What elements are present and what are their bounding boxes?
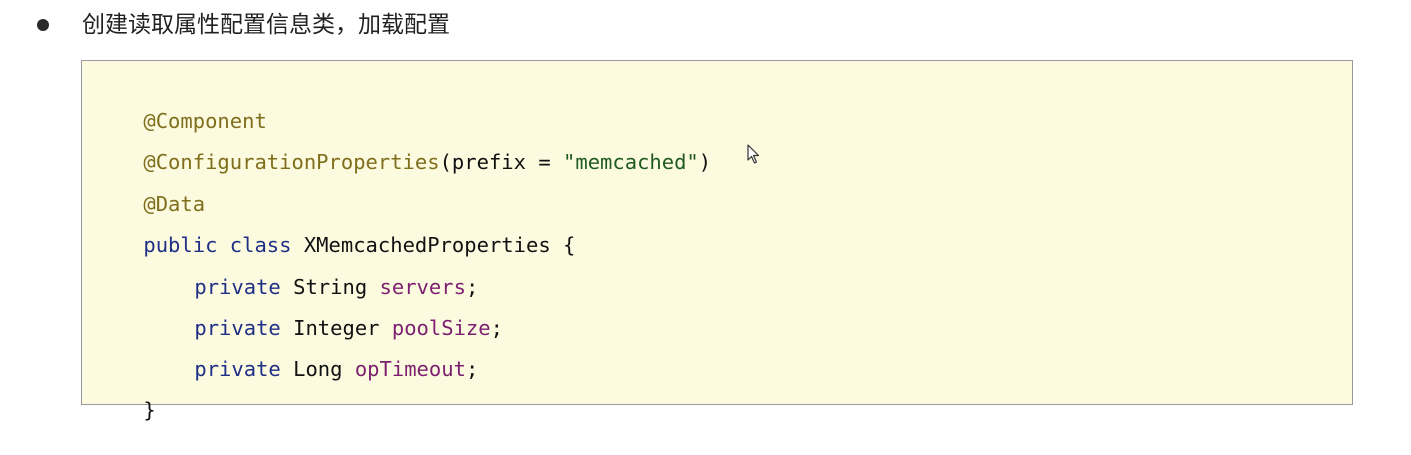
code-line-2: @ConfigurationProperties(prefix = "memca… bbox=[94, 117, 711, 174]
code-line-8: } bbox=[94, 365, 155, 422]
code-line-7: private Long opTimeout; bbox=[145, 324, 478, 381]
code-text: ; bbox=[490, 316, 503, 340]
field-name: opTimeout bbox=[354, 357, 466, 381]
mouse-pointer-icon bbox=[747, 144, 760, 164]
bullet-dot bbox=[37, 19, 49, 31]
code-line-1: @Component bbox=[94, 76, 266, 133]
closing-brace: } bbox=[143, 398, 156, 422]
code-text: ) bbox=[698, 150, 712, 174]
code-line-3: @Data bbox=[94, 159, 205, 216]
code-line-6: private Integer poolSize; bbox=[145, 283, 503, 340]
keyword-token: private bbox=[194, 357, 281, 381]
code-text: ; bbox=[465, 357, 479, 381]
code-line-5: private String servers; bbox=[145, 242, 478, 299]
string-literal: "memcached" bbox=[563, 150, 699, 174]
code-line-4: public class XMemcachedProperties { bbox=[94, 200, 575, 257]
type-token: Long bbox=[280, 357, 355, 381]
code-text: (prefix = bbox=[439, 150, 564, 174]
code-block: @Component @ConfigurationProperties(pref… bbox=[81, 60, 1353, 422]
bullet-heading: 创建读取属性配置信息类，加载配置 bbox=[82, 12, 450, 38]
